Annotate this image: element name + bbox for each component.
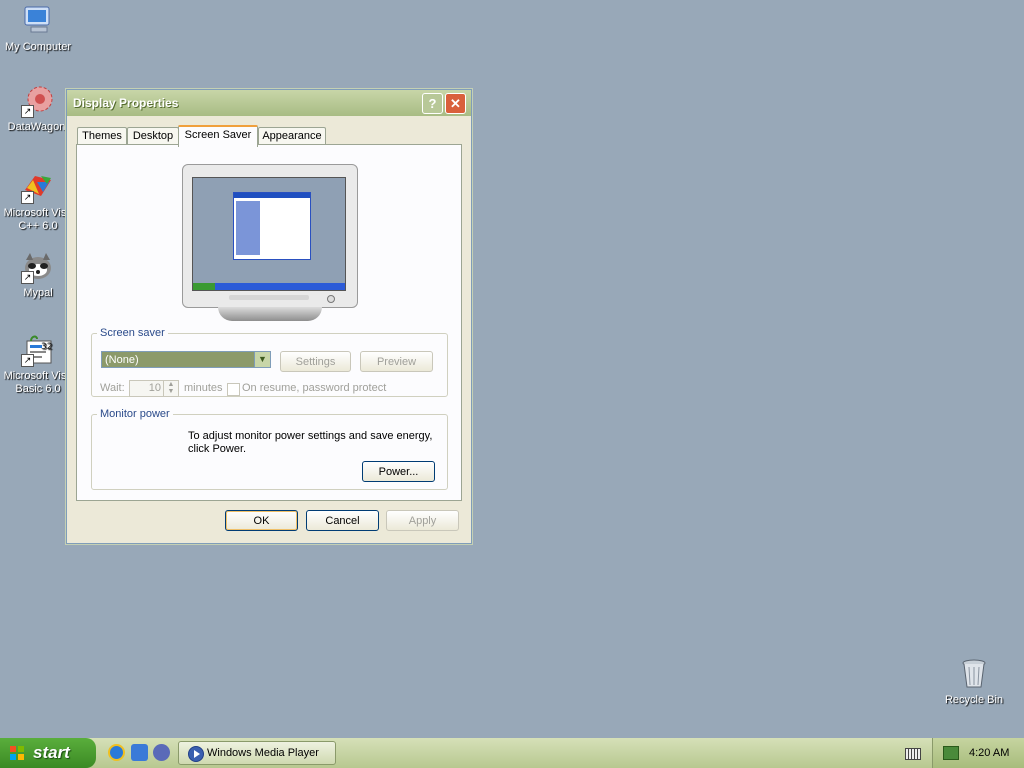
tab-screen-saver[interactable]: Screen Saver (178, 125, 258, 147)
task-button-windows-media-player[interactable]: Windows Media Player (178, 741, 336, 765)
start-label: start (33, 743, 70, 762)
wait-minutes-value: 10 (148, 382, 161, 394)
title-bar[interactable]: Display Properties ? ✕ (67, 90, 471, 116)
desktop-icon-visual-basic[interactable]: 32 ↗ Microsoft Visu Basic 6.0 (0, 333, 76, 396)
shortcut-arrow-icon: ↗ (21, 271, 34, 284)
preview-screen (192, 177, 346, 291)
screen-saver-group: Screen saver (None) ▼ Settings Preview W… (91, 327, 448, 397)
wait-label: Wait: (100, 382, 125, 394)
monitor-power-group: Monitor power To adjust monitor power se… (91, 408, 448, 490)
desktop-icon-label: Mypal (23, 287, 53, 299)
desktop-icon-label: My Computer (4, 41, 72, 53)
power-button[interactable]: Power... (362, 461, 435, 482)
screen-saver-selected-value: (None) (105, 354, 139, 366)
password-protect-checkbox[interactable] (227, 383, 240, 396)
close-button[interactable]: ✕ (445, 93, 466, 114)
wait-minutes-spinner[interactable]: 10 ▲ ▼ (129, 380, 179, 397)
monitor-preview (182, 164, 358, 308)
desktop-icon-datawagon[interactable]: ↗ DataWagon. (0, 84, 76, 134)
preview-taskbar-thumbnail (193, 283, 345, 290)
network-icon[interactable] (943, 746, 959, 760)
monitor-chin (229, 295, 309, 300)
screen-saver-panel: Screen saver (None) ▼ Settings Preview W… (76, 144, 462, 501)
internet-explorer-icon[interactable] (108, 744, 125, 761)
taskbar: start Windows Media Player 4:20 AM (0, 738, 1024, 768)
desktop-icon-mypal[interactable]: ↗ Mypal (0, 250, 76, 300)
desktop-icon-label: Recycle Bin (944, 694, 1004, 706)
start-button[interactable]: start (0, 738, 96, 768)
monitor-power-legend: Monitor power (100, 408, 170, 420)
outlook-express-icon[interactable] (131, 744, 148, 761)
media-player-icon (188, 746, 204, 762)
tab-appearance[interactable]: Appearance (258, 127, 326, 145)
desktop-icon-visual-cpp[interactable]: ↗ Microsoft Visu C++ 6.0 (0, 170, 76, 233)
spinner-arrows-icon[interactable]: ▲ ▼ (163, 381, 178, 396)
desktop-icon-label: Microsoft Visu (3, 370, 73, 382)
visual-cpp-icon: ↗ (21, 170, 55, 204)
shortcut-arrow-icon: ↗ (21, 191, 34, 204)
desktop-icon-my-computer[interactable]: My Computer (0, 4, 76, 54)
clock[interactable]: 4:20 AM (969, 738, 1009, 768)
chevron-down-icon[interactable]: ▼ (254, 352, 270, 367)
power-led-icon (327, 295, 335, 303)
system-tray: 4:20 AM (932, 738, 1024, 768)
visual-basic-icon: 32 ↗ (21, 333, 55, 367)
windows-flag-icon (10, 746, 24, 760)
task-button-label: Windows Media Player (207, 747, 319, 759)
minutes-label: minutes (184, 382, 223, 394)
help-button[interactable]: ? (422, 93, 443, 114)
screen-saver-legend: Screen saver (100, 327, 165, 339)
apply-button[interactable]: Apply (386, 510, 459, 531)
window-title: Display Properties (73, 96, 179, 110)
datawagon-icon: ↗ (21, 84, 55, 118)
svg-text:32: 32 (41, 342, 52, 352)
shortcut-arrow-icon: ↗ (21, 105, 34, 118)
preview-window-thumbnail (233, 192, 311, 260)
password-protect-label: On resume, password protect (242, 382, 387, 394)
recycle-bin-icon (957, 657, 991, 691)
media-player-icon[interactable] (153, 744, 170, 761)
settings-button[interactable]: Settings (280, 351, 351, 372)
ok-button[interactable]: OK (225, 510, 298, 531)
monitor-stand (218, 307, 322, 321)
keyboard-icon[interactable] (905, 748, 921, 760)
monitor-power-description: To adjust monitor power settings and sav… (188, 430, 433, 442)
desktop-icon-recycle-bin[interactable]: Recycle Bin (936, 657, 1012, 707)
desktop-icon-label: DataWagon. (7, 121, 69, 133)
desktop-icon-label: C++ 6.0 (18, 220, 58, 232)
preview-button[interactable]: Preview (360, 351, 433, 372)
tab-themes[interactable]: Themes (77, 127, 127, 145)
computer-icon (21, 4, 55, 38)
display-properties-dialog: Display Properties ? ✕ Themes Desktop Sc… (66, 89, 472, 544)
cancel-button[interactable]: Cancel (306, 510, 379, 531)
screen-saver-select[interactable]: (None) ▼ (101, 351, 271, 368)
desktop-icon-label: Microsoft Visu (3, 207, 73, 219)
monitor-power-description-2: click Power. (188, 443, 247, 455)
desktop-icon-label: Basic 6.0 (15, 383, 61, 395)
shortcut-arrow-icon: ↗ (21, 354, 34, 367)
tab-desktop[interactable]: Desktop (127, 127, 179, 145)
raccoon-icon: ↗ (21, 250, 55, 284)
